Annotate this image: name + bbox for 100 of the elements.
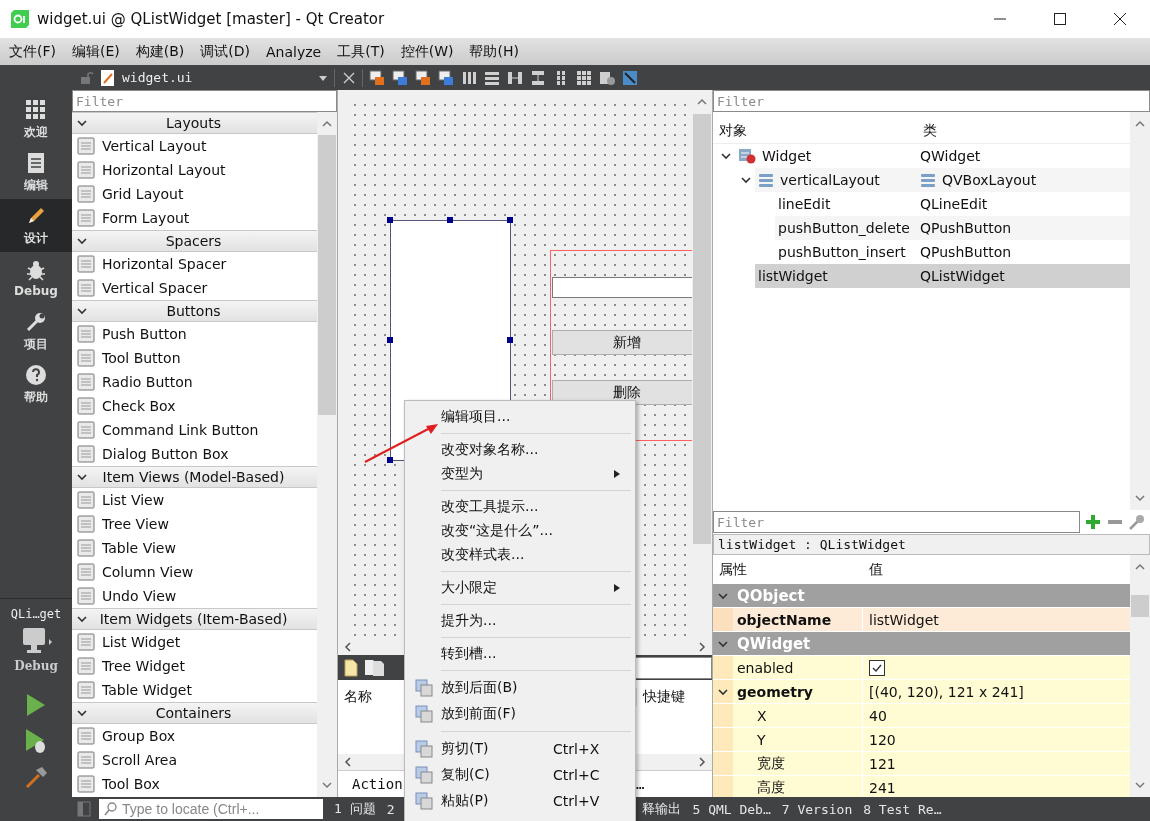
menu-item[interactable]: 放到后面(B) bbox=[407, 675, 633, 701]
toolbar-icon[interactable] bbox=[460, 69, 477, 86]
mode-button[interactable]: 设计 bbox=[0, 199, 72, 252]
scrollbar[interactable] bbox=[1130, 555, 1150, 797]
push-button-preview[interactable]: 新增 bbox=[552, 330, 692, 355]
property-row[interactable]: 宽度 121 bbox=[713, 752, 1130, 776]
scroll-left-icon[interactable] bbox=[342, 641, 354, 653]
toolbar-icon[interactable] bbox=[483, 69, 500, 86]
menu-item[interactable]: 转到槽... bbox=[407, 642, 633, 666]
menu-item[interactable]: 复制(C) Ctrl+C bbox=[407, 762, 633, 788]
mode-button[interactable]: 欢迎 bbox=[0, 93, 72, 146]
chevron-icon[interactable] bbox=[76, 235, 88, 247]
scroll-right-icon[interactable] bbox=[696, 756, 708, 768]
property-row[interactable]: Y 120 bbox=[713, 728, 1130, 752]
widget-name[interactable]: Command Link Button bbox=[102, 422, 259, 438]
widget-name[interactable]: Table Widget bbox=[102, 682, 192, 698]
widget-name[interactable]: Horizontal Spacer bbox=[102, 256, 227, 272]
menu-item[interactable]: 剪切(T) Ctrl+X bbox=[407, 736, 633, 762]
scrollbar[interactable] bbox=[692, 90, 712, 639]
open-file-name[interactable]: widget.ui bbox=[122, 70, 318, 85]
menu-item[interactable]: 改变对象名称... bbox=[407, 438, 633, 462]
widget-name[interactable]: Undo View bbox=[102, 588, 177, 604]
toolbar-icon[interactable] bbox=[391, 69, 408, 86]
menu-item[interactable]: 提升为... bbox=[407, 609, 633, 633]
property-row[interactable]: enabled bbox=[713, 656, 1130, 680]
category-header[interactable]: Containers bbox=[72, 702, 317, 724]
menu-item[interactable]: 大小限定 bbox=[407, 576, 633, 600]
menu-item[interactable]: 编辑(E) bbox=[67, 42, 125, 61]
toolbar-icon[interactable] bbox=[414, 69, 431, 86]
toolbar-icon[interactable] bbox=[621, 69, 638, 86]
menu-item[interactable]: 工具(T) bbox=[332, 42, 390, 61]
tree-row[interactable]: listWidget QListWidget bbox=[755, 264, 1130, 288]
chevron-icon[interactable] bbox=[76, 707, 88, 719]
output-pane-tab[interactable]: 1 问题 bbox=[334, 800, 376, 818]
menu-item[interactable]: 编辑项目... bbox=[407, 405, 633, 429]
menu-item[interactable]: 构建(B) bbox=[130, 42, 190, 61]
widget-name[interactable]: Form Layout bbox=[102, 210, 190, 226]
resize-handle[interactable] bbox=[387, 337, 393, 343]
debug-run-icon[interactable] bbox=[24, 728, 48, 754]
category-header[interactable]: Item Views (Model-Based) bbox=[72, 466, 317, 488]
mode-button[interactable]: Debug bbox=[0, 252, 72, 305]
scroll-right-icon[interactable] bbox=[696, 641, 708, 653]
tree-row[interactable]: Widget QWidget bbox=[735, 144, 1130, 168]
chevron-icon[interactable] bbox=[76, 471, 88, 483]
menu-item[interactable]: 文件(F) bbox=[4, 42, 61, 61]
menu-item[interactable]: 控件(W) bbox=[395, 42, 459, 61]
tree-row[interactable]: lineEdit QLineEdit bbox=[775, 192, 1130, 216]
filter-field[interactable]: Filter bbox=[72, 90, 337, 112]
menu-item[interactable]: 粘贴(P) Ctrl+V bbox=[407, 788, 633, 814]
resize-handle[interactable] bbox=[507, 217, 513, 223]
widget-name[interactable]: Vertical Spacer bbox=[102, 280, 208, 296]
toolbar-icon[interactable] bbox=[368, 69, 385, 86]
toolbar-icon[interactable] bbox=[575, 69, 592, 86]
mode-button[interactable]: 项目 bbox=[0, 305, 72, 358]
output-pane-tab[interactable]: 8 Test Re… bbox=[863, 801, 942, 817]
widget-name[interactable]: Tool Button bbox=[102, 350, 181, 366]
widget-name[interactable]: Tree View bbox=[102, 516, 169, 532]
widget-name[interactable]: Check Box bbox=[102, 398, 176, 414]
menu-item[interactable]: Analyze bbox=[261, 43, 327, 60]
copy-action-icon[interactable] bbox=[364, 658, 386, 677]
chevron-icon[interactable] bbox=[76, 305, 88, 317]
menu-item[interactable]: 改变样式表... bbox=[407, 543, 633, 567]
widget-name[interactable]: Radio Button bbox=[102, 374, 193, 390]
run-icon[interactable] bbox=[25, 693, 47, 717]
widget-name[interactable]: Push Button bbox=[102, 326, 187, 342]
output-pane-tab[interactable]: 5 QML Deb… bbox=[692, 801, 771, 817]
property-row[interactable]: geometry [(40, 120), 121 x 241] bbox=[713, 680, 1130, 704]
category-header[interactable]: Spacers bbox=[72, 230, 317, 252]
scrollbar[interactable] bbox=[317, 112, 337, 797]
hammer-icon[interactable] bbox=[24, 765, 48, 789]
filter-field[interactable]: Filter bbox=[713, 90, 1150, 112]
chevron-icon[interactable] bbox=[76, 613, 88, 625]
widget-name[interactable]: Tool Box bbox=[102, 776, 160, 792]
checkbox[interactable] bbox=[869, 659, 885, 676]
scroll-down-icon[interactable] bbox=[1134, 779, 1146, 791]
category-header[interactable]: Layouts bbox=[72, 112, 317, 134]
toolbar-icon[interactable] bbox=[598, 69, 615, 86]
line-edit-preview[interactable] bbox=[552, 277, 692, 298]
chevron-icon[interactable] bbox=[76, 117, 88, 129]
category-header[interactable]: Buttons bbox=[72, 300, 317, 322]
chevron-icon[interactable] bbox=[740, 174, 752, 186]
menu-item[interactable]: 改变工具提示... bbox=[407, 495, 633, 519]
resize-handle[interactable] bbox=[387, 217, 393, 223]
tree-row[interactable]: pushButton_insert QPushButton bbox=[775, 240, 1130, 264]
widget-name[interactable]: List View bbox=[102, 492, 165, 508]
resize-handle[interactable] bbox=[447, 217, 453, 223]
close-icon[interactable] bbox=[1114, 13, 1126, 25]
mode-button[interactable]: 帮助 bbox=[0, 358, 72, 411]
category-header[interactable]: Item Widgets (Item-Based) bbox=[72, 608, 317, 630]
property-row[interactable]: 高度 241 bbox=[713, 776, 1130, 797]
menu-item[interactable]: 调试(D) bbox=[195, 42, 255, 61]
output-pane-tab[interactable]: 释输出 bbox=[642, 800, 682, 818]
menu-item[interactable]: 改变“这是什么”... bbox=[407, 519, 633, 543]
scrollbar-thumb[interactable] bbox=[318, 135, 336, 415]
scroll-down-icon[interactable] bbox=[321, 779, 333, 791]
toolbar-icon[interactable] bbox=[437, 69, 454, 86]
wrench-icon[interactable] bbox=[1128, 513, 1146, 531]
widget-name[interactable]: Table View bbox=[102, 540, 176, 556]
widget-name[interactable]: Column View bbox=[102, 564, 194, 580]
toolbar-icon[interactable] bbox=[529, 69, 546, 86]
